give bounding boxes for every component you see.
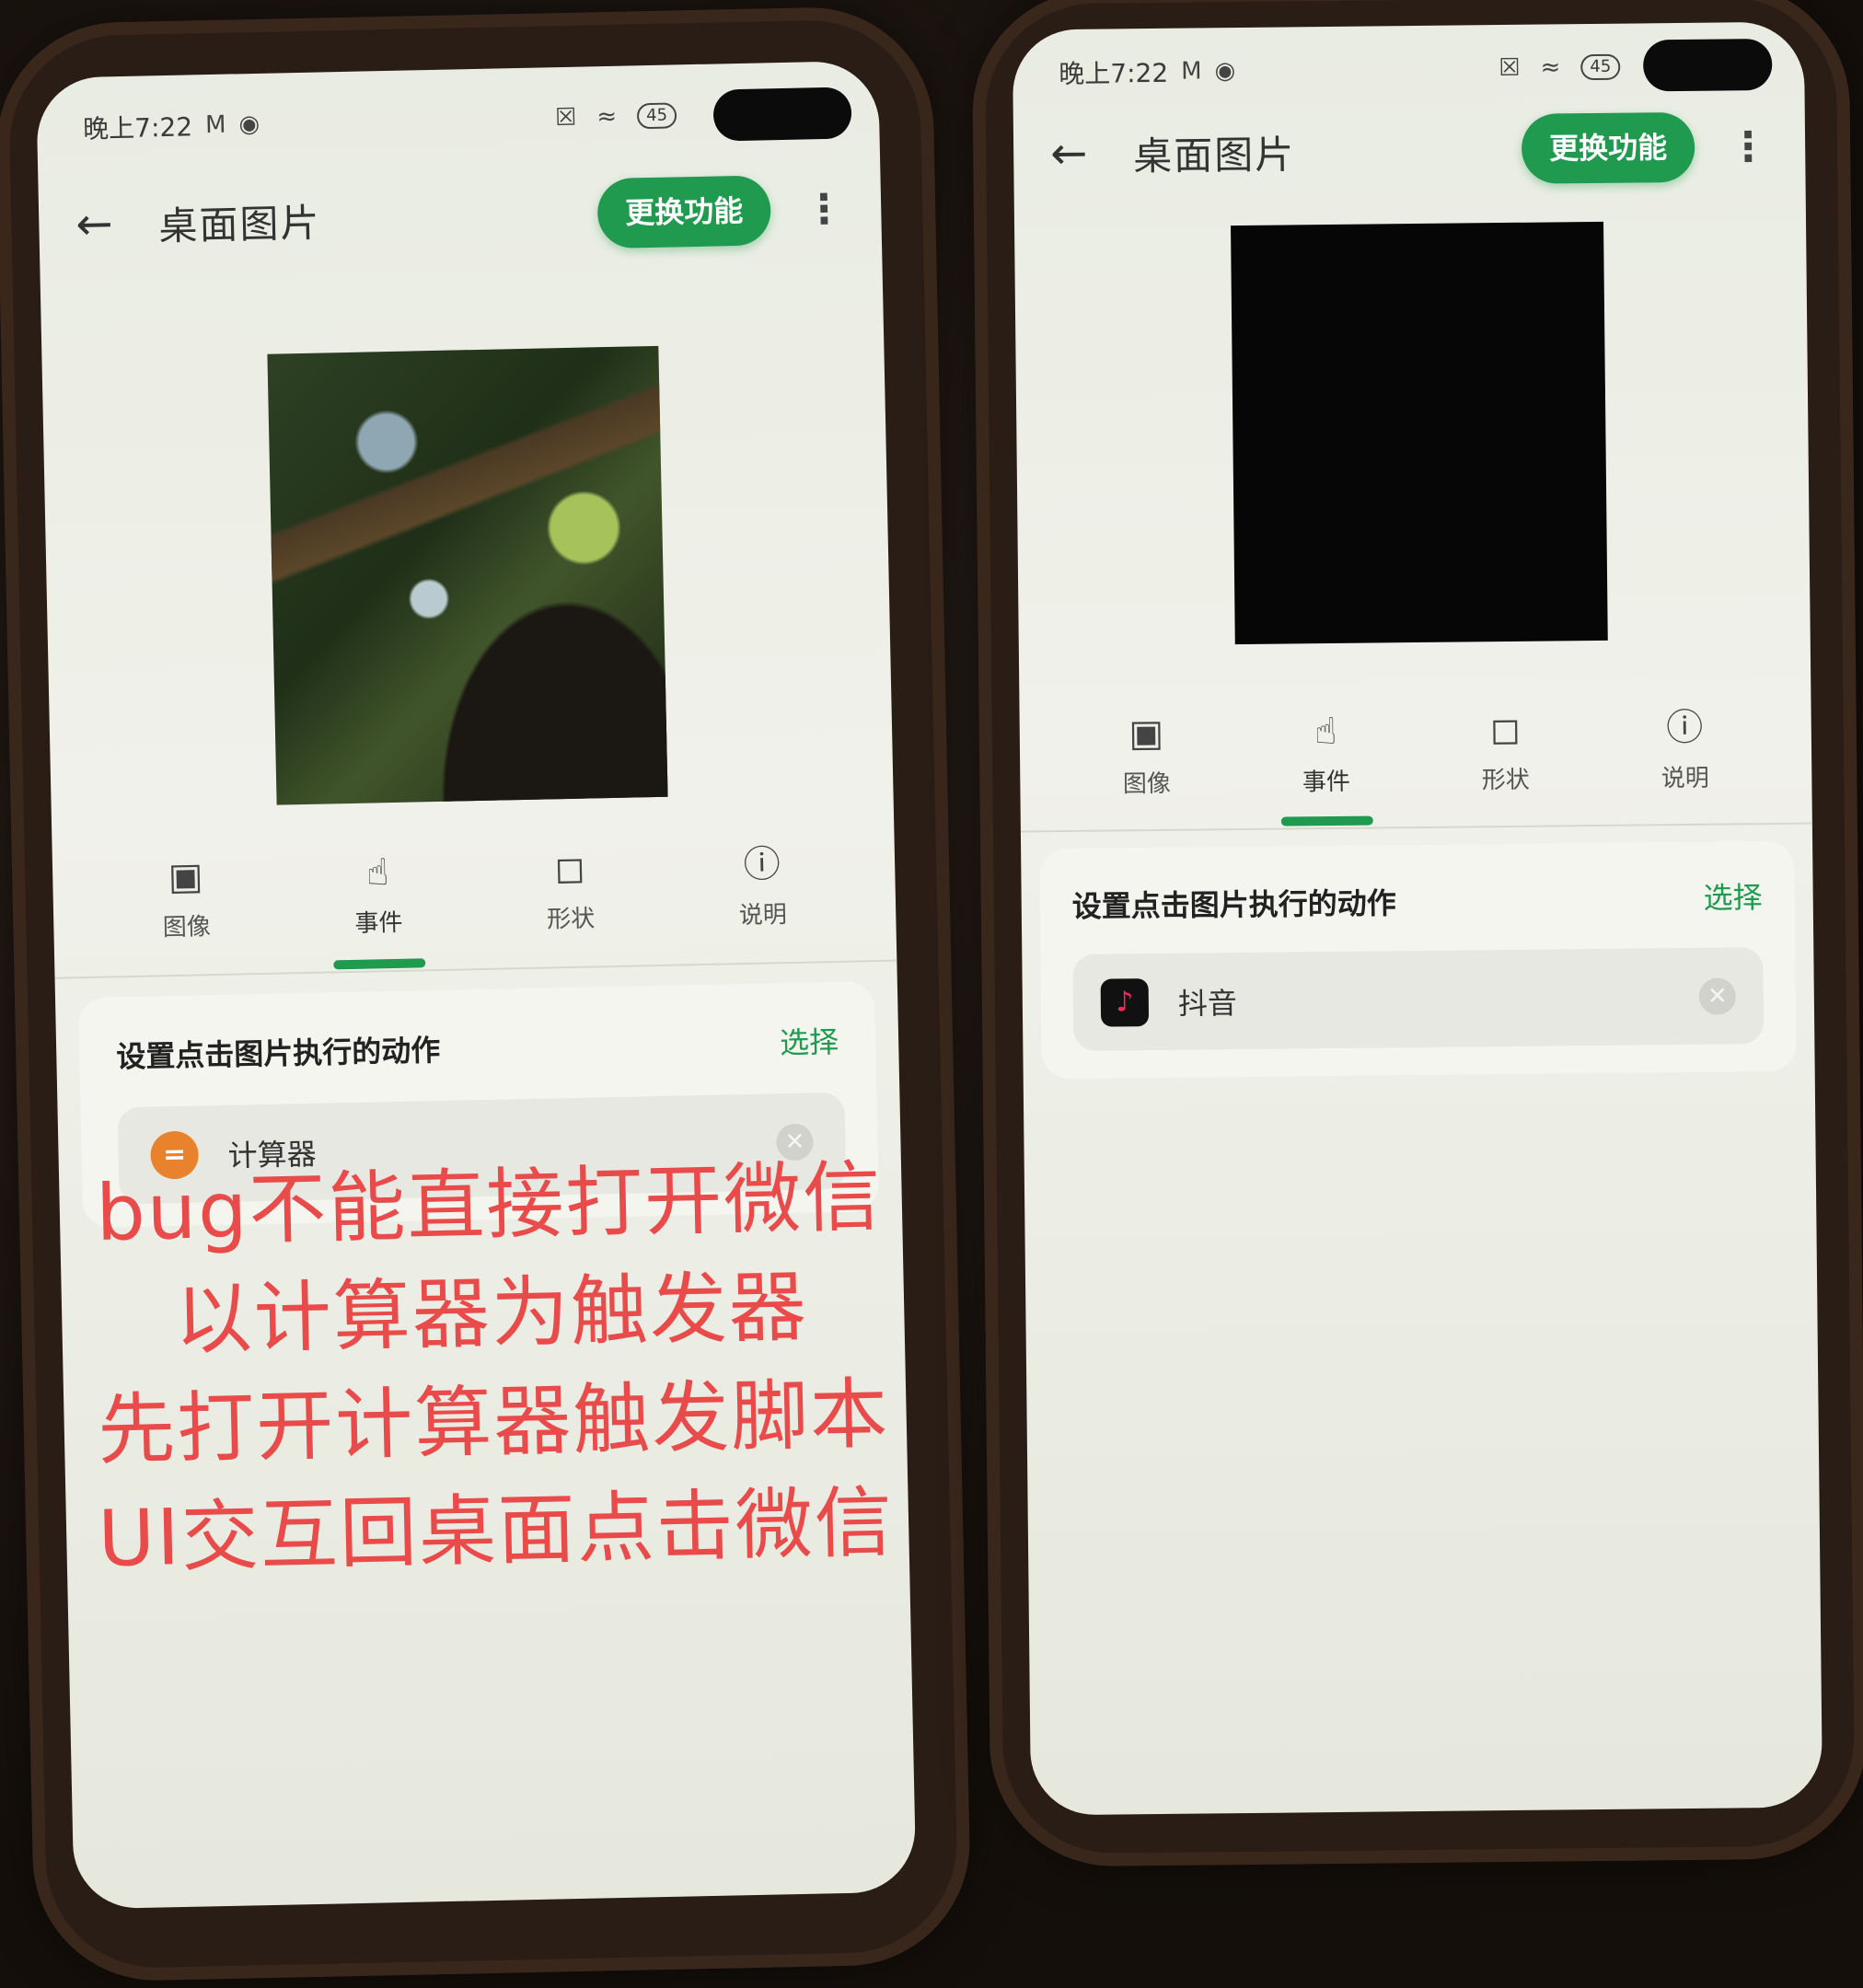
image-preview[interactable] xyxy=(267,345,668,805)
wifi-icon: ≈ xyxy=(1540,53,1561,82)
back-button[interactable]: ← xyxy=(75,198,132,250)
annotation-line: 先打开计算器触发脚本 xyxy=(97,1368,891,1475)
tab-label: 事件 xyxy=(354,908,403,938)
tab-label: 形状 xyxy=(546,905,596,934)
tab-bar: ▣ 图像 ☝ 事件 ◻ 形状 ⓘ 说明 xyxy=(1057,703,1776,830)
battery-indicator: 45 xyxy=(1580,53,1621,81)
shape-icon: ◻ xyxy=(1489,708,1522,752)
status-time: 晚上7:22 xyxy=(82,111,193,144)
annotation-line: UI交互回桌面点击微信 xyxy=(97,1476,895,1585)
sim-off-icon: ☒ xyxy=(554,103,577,133)
action-card-title: 设置点击图片执行的动作 xyxy=(1071,885,1396,924)
back-button[interactable]: ← xyxy=(1050,128,1106,179)
switch-function-button[interactable]: 更换功能 xyxy=(596,175,772,249)
camera-cutout xyxy=(712,87,852,142)
clear-action-button[interactable]: ✕ xyxy=(1698,977,1737,1015)
tab-info[interactable]: ⓘ 说明 xyxy=(692,839,833,962)
action-app-name: 抖音 xyxy=(1177,985,1238,1022)
right-phone-screen: 晚上7:22 M ◉ ☒ ≈ 45 ← 桌面图片 更换功能 ⋮ ▣ 图像 ☝ 事… xyxy=(1012,21,1823,1816)
tab-event[interactable]: ☝ 事件 xyxy=(1256,707,1395,826)
tab-image[interactable]: ▣ 图像 xyxy=(116,851,257,974)
touch-icon: ☝ xyxy=(365,851,389,895)
status-time: 晚上7:22 xyxy=(1059,57,1169,90)
tab-shape[interactable]: ◻ 形状 xyxy=(501,843,642,965)
shape-icon: ◻ xyxy=(553,847,586,891)
select-action-button[interactable]: 选择 xyxy=(780,1019,839,1062)
selected-action-row[interactable]: ♪ 抖音 ✕ xyxy=(1072,947,1765,1051)
right-phone: 晚上7:22 M ◉ ☒ ≈ 45 ← 桌面图片 更换功能 ⋮ ▣ 图像 ☝ 事… xyxy=(984,0,1856,1855)
photo-stage: 晚上7:22 M ◉ ☒ ≈ 45 ← 桌面图片 更换功能 ⋮ ▣ 图像 ☝ 事… xyxy=(0,0,1863,1988)
touch-icon: ☝ xyxy=(1313,710,1337,754)
tab-label: 图像 xyxy=(1122,769,1172,799)
page-title: 桌面图片 xyxy=(157,200,321,248)
left-phone: 晚上7:22 M ◉ ☒ ≈ 45 ← 桌面图片 更换功能 ⋮ ▣ 图像 ☝ 事… xyxy=(7,17,959,1971)
tab-event[interactable]: ☝ 事件 xyxy=(308,848,449,970)
action-card: 设置点击图片执行的动作 选择 ♪ 抖音 ✕ xyxy=(1039,840,1797,1080)
image-icon: ▣ xyxy=(1128,711,1164,756)
battery-indicator: 45 xyxy=(636,102,677,130)
more-options-icon[interactable]: ⋮ xyxy=(804,185,845,233)
more-options-icon[interactable]: ⋮ xyxy=(1728,122,1769,169)
annotation-line: 以计算器为触发器 xyxy=(173,1261,809,1366)
annotation-line: bug不能直接打开微信 xyxy=(95,1151,884,1258)
info-icon: ⓘ xyxy=(1666,706,1704,750)
tab-shape[interactable]: ◻ 形状 xyxy=(1436,705,1575,826)
tab-label: 事件 xyxy=(1302,768,1351,797)
signal-icon: M xyxy=(204,110,226,140)
tab-label: 说明 xyxy=(1660,764,1710,793)
shield-icon: ◉ xyxy=(1214,57,1236,86)
douyin-icon: ♪ xyxy=(1100,977,1150,1027)
left-phone-screen: 晚上7:22 M ◉ ☒ ≈ 45 ← 桌面图片 更换功能 ⋮ ▣ 图像 ☝ 事… xyxy=(36,60,917,1910)
page-title: 桌面图片 xyxy=(1132,131,1296,179)
signal-icon: M xyxy=(1181,57,1202,86)
select-action-button[interactable]: 选择 xyxy=(1703,874,1762,918)
tab-label: 形状 xyxy=(1481,766,1531,795)
tab-image[interactable]: ▣ 图像 xyxy=(1077,709,1216,830)
switch-function-button[interactable]: 更换功能 xyxy=(1521,111,1695,184)
camera-cutout xyxy=(1642,38,1773,92)
app-bar: ← 桌面图片 更换功能 ⋮ xyxy=(38,162,882,272)
action-card-title: 设置点击图片执行的动作 xyxy=(115,1032,441,1075)
annotation-overlay: bug不能直接打开微信 以计算器为触发器 先打开计算器触发脚本 UI交互回桌面点… xyxy=(74,1142,911,1594)
info-icon: ⓘ xyxy=(743,843,781,887)
app-bar: ← 桌面图片 更换功能 ⋮ xyxy=(1013,100,1806,201)
tab-info[interactable]: ⓘ 说明 xyxy=(1615,703,1754,825)
sim-off-icon: ☒ xyxy=(1498,53,1521,83)
image-preview[interactable] xyxy=(1231,221,1608,645)
tab-label: 说明 xyxy=(738,901,788,930)
wifi-icon: ≈ xyxy=(596,102,618,132)
tab-bar: ▣ 图像 ☝ 事件 ◻ 形状 ⓘ 说明 xyxy=(89,838,861,974)
tab-label: 图像 xyxy=(162,913,212,942)
image-icon: ▣ xyxy=(168,855,204,899)
shield-icon: ◉ xyxy=(238,110,260,139)
